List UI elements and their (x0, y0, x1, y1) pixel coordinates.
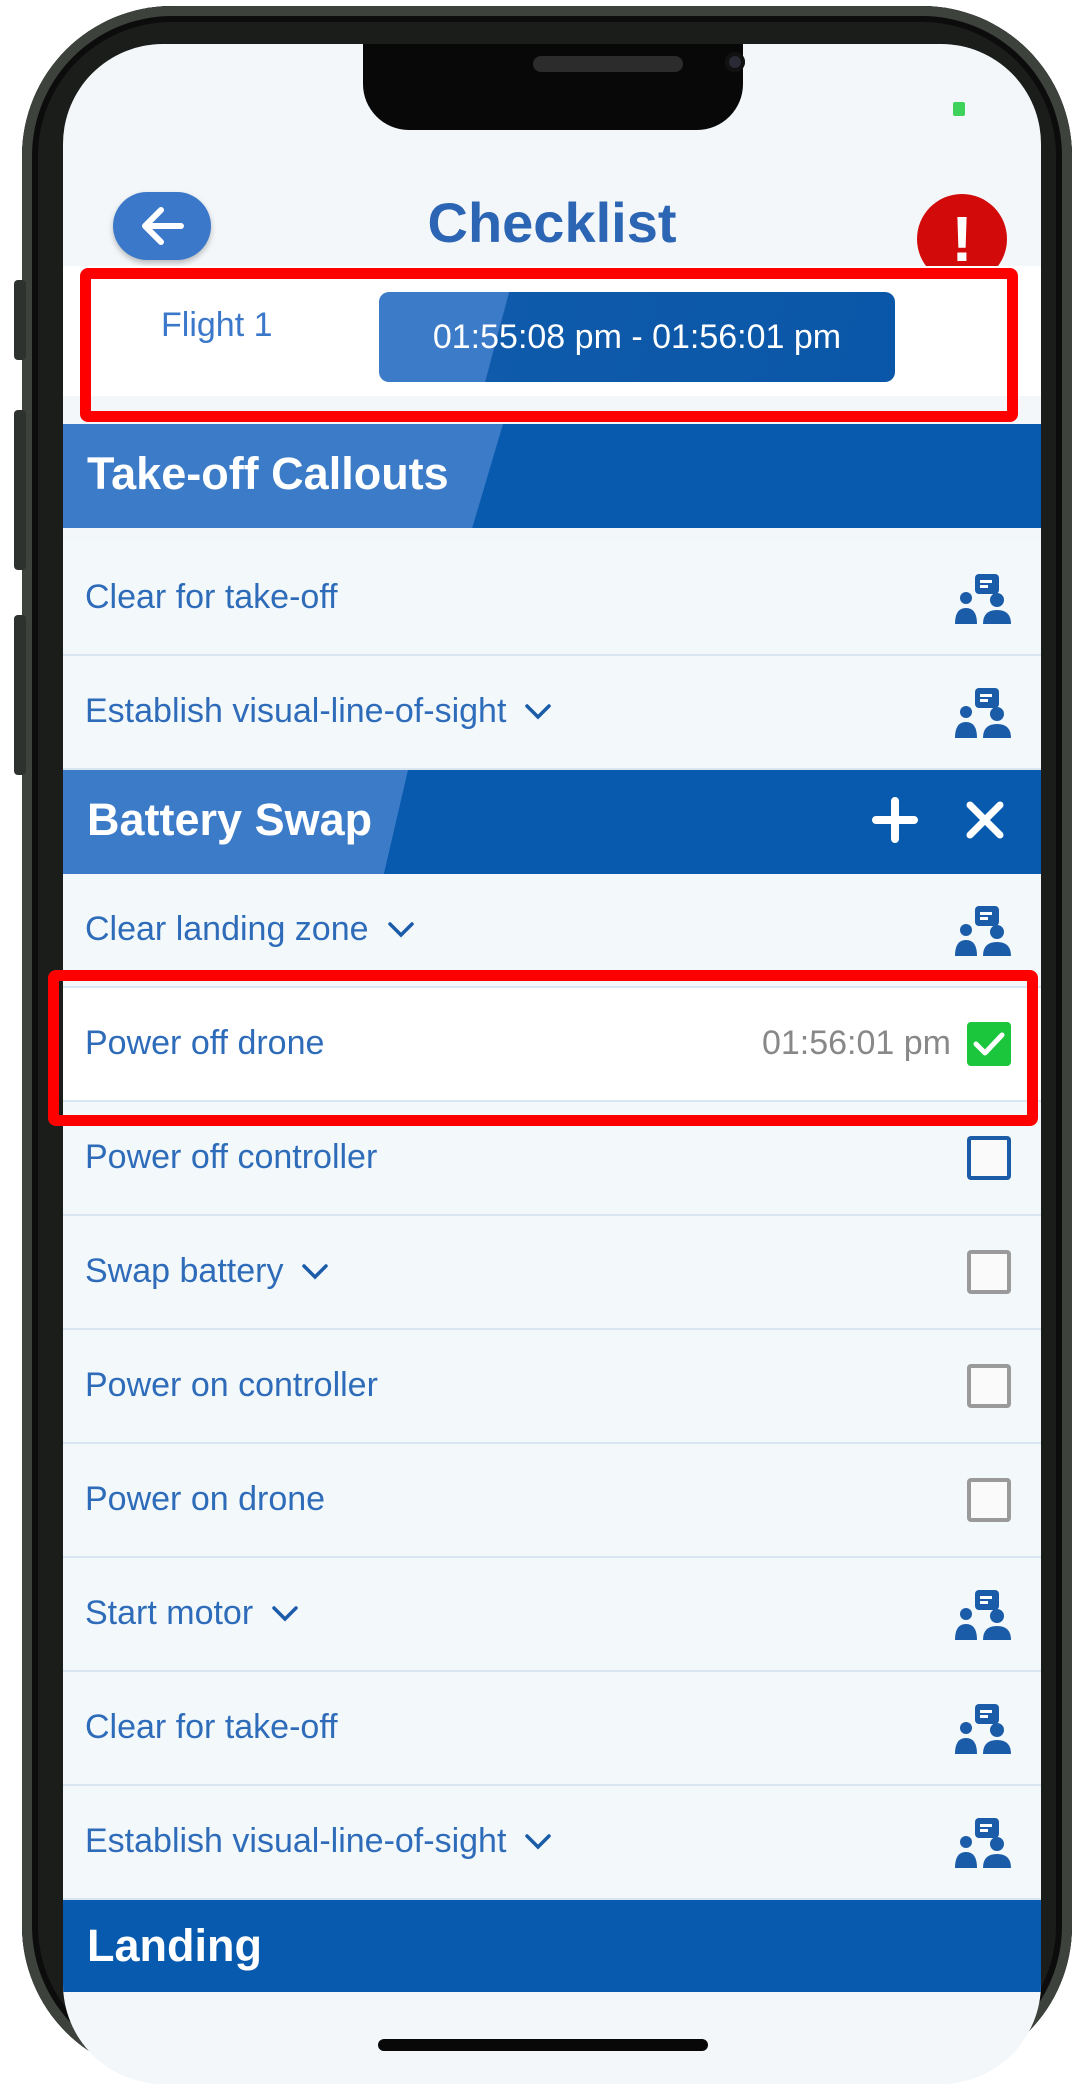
callout-icon[interactable] (953, 1702, 1011, 1756)
section-header-takeoff-callouts: Take-off Callouts (63, 424, 1041, 528)
checklist-item-clear-for-take-off[interactable]: Clear for take-off (63, 1672, 1041, 1786)
mute-switch (14, 280, 26, 360)
callout-icon[interactable] (953, 1588, 1011, 1642)
item-label: Power on drone (85, 1480, 326, 1518)
section-title: Battery Swap (87, 794, 373, 845)
checkmark-icon (973, 1032, 1005, 1056)
checkbox[interactable] (967, 1478, 1011, 1522)
flight-tab[interactable]: Flight 1 (161, 306, 273, 345)
chevron-down-icon[interactable] (271, 1605, 299, 1623)
item-label: Establish visual-line-of-sight (85, 1822, 507, 1860)
flight-time-range[interactable]: 01:55:08 pm - 01:56:01 pm (379, 292, 895, 382)
checklist-item-power-off-controller[interactable]: Power off controller (63, 1102, 1041, 1216)
front-camera (725, 52, 745, 72)
checklist-item-power-on-drone[interactable]: Power on drone (63, 1444, 1041, 1558)
item-label: Swap battery (85, 1252, 284, 1290)
chevron-down-icon[interactable] (387, 921, 415, 939)
volume-up-button (14, 410, 26, 570)
checklist-item-clear-for-take-off[interactable]: Clear for take-off (63, 542, 1041, 656)
item-label: Power off controller (85, 1138, 378, 1176)
section-header-landing: Landing (63, 1900, 1041, 1992)
checklist-item-power-on-controller[interactable]: Power on controller (63, 1330, 1041, 1444)
close-icon (966, 801, 1004, 839)
item-label: Clear for take-off (85, 1708, 338, 1746)
remove-section-button[interactable] (955, 790, 1015, 850)
flight-time-text: 01:55:08 pm - 01:56:01 pm (432, 317, 842, 356)
checklist-item-clear-landing-zone[interactable]: Clear landing zone (63, 874, 1041, 988)
callout-icon[interactable] (953, 904, 1011, 958)
section-header-battery-swap: Battery Swap (63, 770, 1041, 874)
checklist-item-establish-vlos[interactable]: Establish visual-line-of-sight (63, 656, 1041, 770)
plus-icon (872, 797, 918, 843)
item-label: Clear landing zone (85, 910, 369, 948)
checkbox-checked[interactable] (967, 1022, 1011, 1066)
checkbox[interactable] (967, 1250, 1011, 1294)
callout-icon[interactable] (953, 572, 1011, 626)
chevron-down-icon[interactable] (524, 703, 552, 721)
completed-time: 01:56:01 pm (761, 1024, 951, 1062)
checklist-item-establish-vlos[interactable]: Establish visual-line-of-sight (63, 1786, 1041, 1900)
notch (363, 44, 745, 130)
item-label: Power off drone (85, 1024, 325, 1062)
callout-icon[interactable] (953, 686, 1011, 740)
callout-icon[interactable] (953, 1816, 1011, 1870)
battery-icon (953, 102, 983, 116)
add-item-button[interactable] (865, 790, 925, 850)
page-title: Checklist (427, 191, 677, 254)
item-label: Establish visual-line-of-sight (85, 692, 507, 730)
exclamation-icon: ! (951, 203, 973, 275)
chevron-down-icon[interactable] (524, 1833, 552, 1851)
flight-selector: Flight 1 01:55:08 pm - 01:56:01 pm (63, 266, 1041, 396)
checklist-item-swap-battery[interactable]: Swap battery (63, 1216, 1041, 1330)
section-title: Take-off Callouts (87, 448, 449, 499)
section-title: Landing (87, 1920, 262, 1971)
item-label: Start motor (85, 1594, 254, 1632)
checklist-item-start-motor[interactable]: Start motor (63, 1558, 1041, 1672)
item-label: Clear for take-off (85, 578, 338, 616)
volume-down-button (14, 615, 26, 775)
home-indicator (378, 2039, 708, 2051)
chevron-down-icon[interactable] (301, 1263, 329, 1281)
item-label: Power on controller (85, 1366, 378, 1404)
checklist-item-power-off-drone[interactable]: Power off drone 01:56:01 pm (63, 988, 1041, 1102)
speaker (533, 56, 683, 72)
checkbox[interactable] (967, 1364, 1011, 1408)
checkbox[interactable] (967, 1136, 1011, 1180)
app-screen: Checklist ! Flight 1 01:55:08 pm - 01:56… (63, 44, 1041, 2084)
